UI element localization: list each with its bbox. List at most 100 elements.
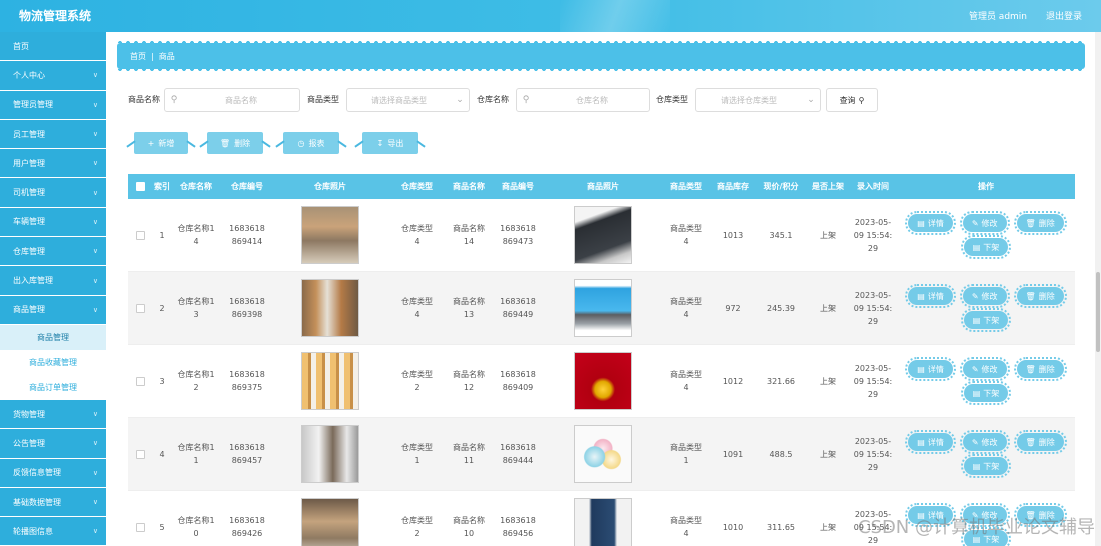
cell-goods-code-line: 869449 — [502, 310, 534, 319]
sidebar-item[interactable]: 轮播图信息 ∨ — [0, 517, 106, 546]
entry-time-line: 2023-05- — [854, 217, 892, 227]
warehouse-type-select[interactable]: 请选择仓库类型 ⌄ — [695, 88, 821, 112]
detail-button-label: 详情 — [927, 291, 944, 301]
cell-warehouse-code-line: 869398 — [231, 310, 263, 319]
sidebar-item-label: 车辆管理 — [13, 217, 45, 227]
sidebar-item[interactable]: 车辆管理 ∨ — [0, 207, 106, 238]
row-checkbox[interactable] — [135, 449, 145, 459]
export-button[interactable]: ↧ 导出 — [362, 132, 418, 154]
sidebar-item[interactable]: 仓库管理 ∨ — [0, 237, 106, 267]
cell-goods-name-line: 商品名称 — [453, 224, 485, 233]
cell-warehouse-photo — [274, 498, 386, 546]
cell-goods-name-line: 14 — [463, 237, 475, 246]
edit-button[interactable]: ✎ 修改 — [959, 284, 1010, 308]
chevron-down-icon: ∨ — [92, 276, 98, 285]
warehouse-photo[interactable] — [301, 425, 359, 483]
sidebar-item[interactable]: 出入库管理 ∨ — [0, 266, 106, 296]
goods-photo[interactable] — [574, 279, 632, 337]
row-delete-button[interactable]: 🗑 删除 — [1013, 357, 1067, 381]
breadcrumb-current: 商品 — [158, 51, 175, 61]
row-checkbox[interactable] — [135, 522, 145, 532]
document-icon: ▤ — [972, 461, 981, 471]
cell-goods-code: 1683618 869473 — [490, 222, 546, 248]
delete-button[interactable]: 🗑 删除 — [207, 132, 263, 154]
row-delete-button[interactable]: 🗑 删除 — [1013, 211, 1067, 235]
row-checkbox[interactable] — [135, 230, 145, 240]
edit-button[interactable]: ✎ 修改 — [959, 430, 1010, 454]
detail-button[interactable]: ▤ 详情 — [905, 357, 956, 381]
cell-warehouse-type-line: 2 — [414, 529, 420, 538]
warehouse-name-placeholder: 仓库名称 — [576, 95, 608, 105]
logout-link[interactable]: 退出登录 — [1046, 9, 1082, 22]
warehouse-name-input[interactable]: ⚲ 仓库名称 — [516, 88, 650, 112]
cell-warehouse-name-line: 仓库名称1 — [177, 224, 215, 233]
edit-button[interactable]: ✎ 修改 — [959, 357, 1010, 381]
detail-button[interactable]: ▤ 详情 — [905, 430, 956, 454]
goods-type-select[interactable]: 请选择商品类型 ⌄ — [346, 88, 470, 112]
select-all-checkbox[interactable] — [135, 182, 145, 191]
warehouse-photo[interactable] — [301, 498, 359, 546]
sidebar-item-label: 员工管理 — [13, 129, 45, 139]
sidebar: 首页 个人中心 ∨ 管理员管理 ∨ 员工管理 ∨ 用户管理 ∨ 司机管理 ∨ 车辆管理 ∨ 仓库管理 ∨ 出入… — [0, 32, 106, 546]
row-delete-button[interactable]: 🗑 删除 — [1013, 284, 1067, 308]
row-delete-button[interactable]: 🗑 删除 — [1013, 430, 1067, 454]
current-user: 管理员 admin — [968, 12, 1027, 22]
sidebar-item[interactable]: 员工管理 ∨ — [0, 119, 106, 150]
sidebar-item[interactable]: 商品管理 ∨ — [0, 295, 106, 325]
goods-type-placeholder: 请选择商品类型 — [371, 95, 427, 105]
goods-photo[interactable] — [574, 498, 632, 546]
sidebar-item[interactable]: 基础数据管理 ∨ — [0, 487, 106, 518]
sidebar-item[interactable]: 货物管理 ∨ — [0, 399, 106, 430]
scrollbar-thumb[interactable] — [1096, 272, 1100, 352]
add-button[interactable]: + 新增 — [134, 132, 188, 154]
sidebar-item[interactable]: 管理员管理 ∨ — [0, 90, 106, 120]
sidebar-subitem[interactable]: 商品订单管理 — [0, 374, 106, 400]
row-actions: ▤ 详情 ✎ 修改 🗑 删除 ▤ 下架 — [898, 357, 1074, 405]
breadcrumb-home[interactable]: 首页 — [130, 51, 146, 62]
goods-photo[interactable] — [574, 425, 632, 483]
detail-button[interactable]: ▤ 详情 — [905, 284, 956, 308]
row-checkbox[interactable] — [135, 303, 145, 313]
unshelve-button[interactable]: ▤ 下架 — [960, 308, 1011, 332]
cell-warehouse-code-line: 1683618 — [229, 224, 265, 233]
chevron-down-icon: ∨ — [92, 130, 98, 139]
header-goods-type: 商品类型 — [670, 182, 702, 191]
plus-icon: + — [147, 138, 155, 148]
unshelve-button[interactable]: ▤ 下架 — [960, 235, 1011, 259]
unshelve-button[interactable]: ▤ 下架 — [960, 381, 1011, 405]
goods-name-input[interactable]: ⚲ 商品名称 — [164, 88, 300, 112]
cell-warehouse-photo — [274, 352, 386, 410]
sidebar-item[interactable]: 用户管理 ∨ — [0, 149, 106, 179]
detail-button[interactable]: ▤ 详情 — [905, 211, 956, 235]
goods-photo[interactable] — [574, 206, 632, 264]
sidebar-subitem[interactable]: 商品收藏管理 — [0, 349, 106, 375]
warehouse-photo[interactable] — [301, 206, 359, 264]
chevron-down-icon: ∨ — [92, 439, 98, 448]
warehouse-photo[interactable] — [301, 352, 359, 410]
sidebar-item[interactable]: 公告管理 ∨ — [0, 429, 106, 459]
sidebar-item[interactable]: 反馈信息管理 ∨ — [0, 458, 106, 488]
row-checkbox[interactable] — [135, 376, 145, 386]
edit-button[interactable]: ✎ 修改 — [959, 211, 1010, 235]
query-button[interactable]: 查询 ⚲ — [826, 88, 878, 112]
cell-ops: ▤ 详情 ✎ 修改 🗑 删除 ▤ 下架 — [898, 357, 1074, 405]
header-goods-photo: 商品照片 — [587, 182, 619, 191]
cell-on-shelf: 上架 — [820, 522, 836, 532]
sidebar-item[interactable]: 首页 — [0, 32, 106, 62]
sidebar-item[interactable]: 司机管理 ∨ — [0, 178, 106, 208]
sidebar-subitem[interactable]: 商品管理 — [0, 324, 106, 350]
goods-photo[interactable] — [574, 352, 632, 410]
warehouse-photo[interactable] — [301, 279, 359, 337]
app-title: 物流管理系统 — [19, 9, 92, 23]
chevron-down-icon: ∨ — [92, 100, 98, 109]
report-button[interactable]: ◷ 报表 — [283, 132, 339, 154]
cell-warehouse-type: 仓库类型 1 — [386, 441, 448, 467]
sidebar-item[interactable]: 个人中心 ∨ — [0, 61, 106, 91]
scrollbar[interactable] — [1095, 32, 1101, 546]
unshelve-button[interactable]: ▤ 下架 — [960, 454, 1011, 478]
header-warehouse-photo: 仓库照片 — [314, 182, 346, 191]
cell-warehouse-code: 1683618 869414 — [220, 222, 274, 248]
header-ops: 操作 — [978, 182, 994, 191]
entry-time-line: 09 15:54: — [853, 449, 893, 459]
sidebar-item-label: 首页 — [13, 41, 29, 51]
